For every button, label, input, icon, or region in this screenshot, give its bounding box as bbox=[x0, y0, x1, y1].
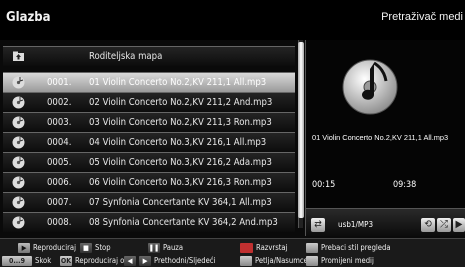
item-number: 0003. bbox=[47, 117, 72, 128]
list-item[interactable]: 0003. 03 Violin Concerto No.2,KV 211,3 R… bbox=[3, 112, 295, 132]
music-file-icon bbox=[12, 176, 25, 189]
ok-key-icon: OK bbox=[60, 256, 72, 266]
music-file-icon bbox=[12, 156, 25, 169]
item-number: 0008. bbox=[47, 217, 72, 228]
music-file-icon bbox=[12, 76, 25, 89]
red-key-icon bbox=[240, 243, 253, 253]
pause-key-icon: ❚❚ bbox=[148, 243, 160, 253]
elapsed-time: 00:15 bbox=[312, 180, 336, 190]
shuffle-icon[interactable]: ⤮ bbox=[437, 218, 451, 232]
usb-icon: ⇄ bbox=[311, 218, 325, 232]
stop-key-icon: ■ bbox=[80, 243, 92, 253]
item-number: 0005. bbox=[47, 157, 72, 168]
legend-play-this[interactable]: OK Reproduciraj ovo bbox=[60, 255, 133, 266]
left-arrow-key-icon: ◀ bbox=[124, 256, 136, 266]
list-item[interactable]: 0004. 04 Violin Concerto No.3,KV 216,1 A… bbox=[3, 132, 295, 152]
legend-loop-shuffle[interactable]: Petlja/Nasumce bbox=[240, 255, 308, 266]
legend-pause[interactable]: ❚❚ Pauza bbox=[148, 242, 183, 253]
blue-key-icon bbox=[306, 256, 318, 266]
legend-sort[interactable]: Razvrstaj bbox=[240, 242, 288, 253]
item-name: 05 Violin Concerto No.3,KV 216,2 Ada.mp3 bbox=[89, 157, 272, 168]
legend-change-media[interactable]: Promijeni medij bbox=[306, 255, 374, 266]
item-name: 07 Synfonia Concertante KV 364,1 All.mp3 bbox=[89, 197, 272, 208]
number-keys-icon: 0...9 bbox=[2, 256, 32, 266]
legend-skip[interactable]: 0...9 Skok bbox=[2, 255, 51, 266]
music-note-icon bbox=[342, 59, 398, 115]
scrollbar-thumb[interactable] bbox=[298, 42, 304, 218]
key-legend-bar: ▶ Reproduciraj ■ Stop ❚❚ Pauza Razvrstaj Pr… bbox=[0, 238, 465, 267]
item-name: 06 Violin Concerto No.3,KV 216,3 Ron.mp3 bbox=[89, 177, 272, 188]
item-number: 0006. bbox=[47, 177, 72, 188]
media-browser-title: Pretraživač medi bbox=[381, 11, 463, 23]
file-list-panel: Roditeljska mapa 0001. 01 Violin Concert… bbox=[3, 40, 304, 235]
source-path: usb1/MP3 bbox=[338, 220, 374, 229]
item-name: 03 Violin Concerto No.2,KV 211,3 Ron.mp3 bbox=[89, 117, 272, 128]
music-file-icon bbox=[12, 136, 25, 149]
item-number: 0002. bbox=[47, 97, 72, 108]
music-file-icon bbox=[12, 196, 25, 209]
total-time: 09:38 bbox=[393, 180, 417, 190]
item-name: 08 Synfonia Concertante KV 364,2 And.mp3 bbox=[89, 217, 278, 228]
item-number: 0004. bbox=[47, 137, 72, 148]
item-number: 0007. bbox=[47, 197, 72, 208]
preview-panel: 01 Violin Concerto No.2,KV 211,1 All.mp3… bbox=[305, 40, 465, 237]
scrollbar[interactable] bbox=[298, 40, 304, 228]
loop-icon[interactable]: ⟲ bbox=[421, 218, 435, 232]
parent-folder-row[interactable]: Roditeljska mapa bbox=[3, 46, 295, 66]
list-item[interactable]: 0008. 08 Synfonia Concertante KV 364,2 A… bbox=[3, 212, 295, 232]
music-file-icon bbox=[12, 116, 25, 129]
list-item[interactable]: 0002. 02 Violin Concerto No.2,KV 211,2 A… bbox=[3, 92, 295, 112]
item-name: 02 Violin Concerto No.2,KV 211,2 And.mp3 bbox=[89, 97, 273, 108]
header-bar: Glazba Pretraživač medi bbox=[0, 0, 465, 40]
item-name: 01 Violin Concerto No.2,KV 211,1 All.mp3 bbox=[89, 77, 267, 88]
parent-folder-label: Roditeljska mapa bbox=[89, 51, 163, 62]
playback-controls: ⇄ usb1/MP3 ⟲ ⤮ ▶ bbox=[306, 208, 465, 237]
legend-view-style[interactable]: Prebaci stil pregleda bbox=[306, 242, 391, 253]
list-item[interactable]: 0006. 06 Violin Concerto No.3,KV 216,3 R… bbox=[3, 172, 295, 192]
list-item[interactable]: 0001. 01 Violin Concerto No.2,KV 211,1 A… bbox=[3, 72, 295, 92]
music-file-icon bbox=[12, 96, 25, 109]
list-item[interactable]: 0005. 05 Violin Concerto No.3,KV 216,2 A… bbox=[3, 152, 295, 172]
legend-prev-next[interactable]: ◀ ▶ Prethodni/Sljedeći bbox=[124, 255, 215, 266]
play-icon[interactable]: ▶ bbox=[453, 218, 465, 232]
item-number: 0001. bbox=[47, 77, 72, 88]
legend-play[interactable]: ▶ Reproduciraj bbox=[18, 242, 76, 253]
folder-up-icon bbox=[13, 51, 24, 61]
yellow-key-icon bbox=[240, 256, 252, 266]
item-name: 04 Violin Concerto No.3,KV 216,1 All.mp3 bbox=[89, 137, 267, 148]
list-item[interactable]: 0007. 07 Synfonia Concertante KV 364,1 A… bbox=[3, 192, 295, 212]
legend-stop[interactable]: ■ Stop bbox=[80, 242, 111, 253]
music-file-icon bbox=[12, 216, 25, 229]
right-arrow-key-icon: ▶ bbox=[139, 256, 151, 266]
now-playing-title: 01 Violin Concerto No.2,KV 211,1 All.mp3 bbox=[312, 133, 449, 142]
page-title: Glazba bbox=[6, 10, 51, 25]
play-key-icon: ▶ bbox=[18, 243, 30, 253]
green-key-icon bbox=[306, 243, 318, 253]
